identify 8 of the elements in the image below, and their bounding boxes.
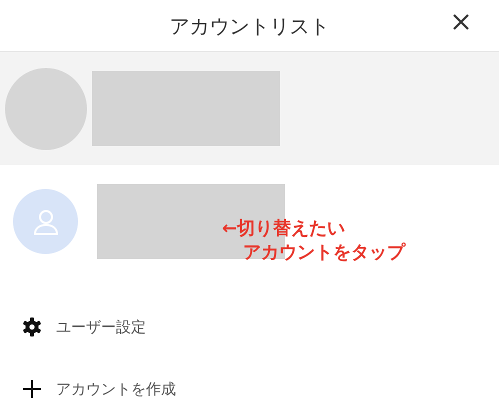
window-title: アカウントリスト <box>170 12 330 40</box>
close-icon[interactable] <box>451 12 471 32</box>
settings-icon <box>22 317 42 337</box>
menu-item[interactable]: ユーザー設定 <box>0 296 499 358</box>
plus-icon <box>22 379 42 399</box>
annotation-text: アカウントをタップ <box>242 241 405 265</box>
menu-item[interactable]: アカウントを作成 <box>0 358 499 420</box>
annotation-text: ←切り替えたい <box>222 217 346 241</box>
